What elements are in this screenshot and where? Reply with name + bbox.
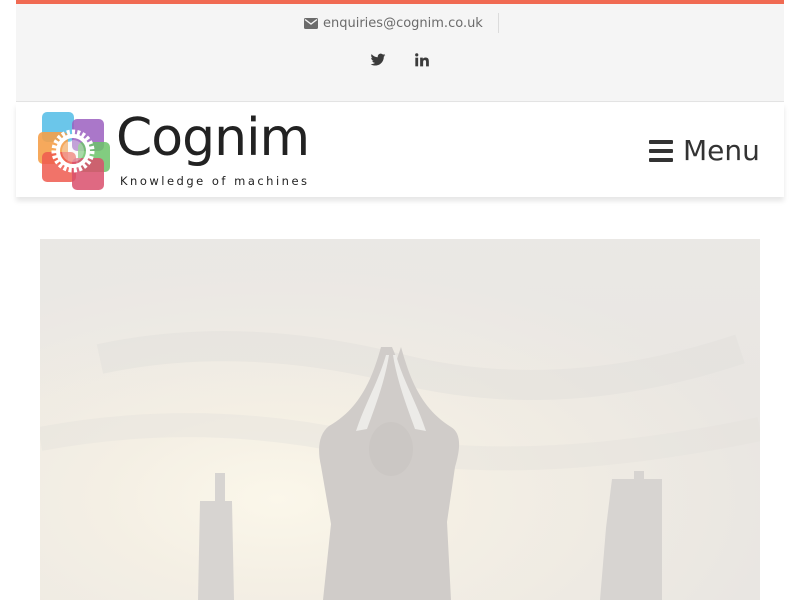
cognim-logo-mark: [38, 112, 110, 190]
page: enquiries@cognim.co.uk Cognim Knowledge …: [0, 0, 800, 600]
menu-label: Menu: [683, 134, 760, 167]
cognim-logo[interactable]: Cognim Knowledge of machines: [38, 108, 338, 190]
hero-image: [40, 239, 760, 600]
envelope-icon: [304, 17, 318, 29]
yoga-silhouette-image: [40, 239, 760, 600]
top-bar: enquiries@cognim.co.uk: [16, 0, 784, 102]
logo-tagline: Knowledge of machines: [120, 174, 310, 188]
logo-wordmark: Cognim: [116, 108, 310, 168]
site-header: Cognim Knowledge of machines Menu: [16, 103, 784, 197]
linkedin-icon[interactable]: [414, 52, 430, 68]
hamburger-icon: [649, 140, 673, 162]
twitter-icon[interactable]: [370, 52, 386, 68]
contact-email-link[interactable]: enquiries@cognim.co.uk: [304, 13, 499, 33]
social-links: [370, 52, 430, 68]
menu-button[interactable]: Menu: [649, 133, 760, 169]
contact-email-text: enquiries@cognim.co.uk: [323, 15, 483, 31]
